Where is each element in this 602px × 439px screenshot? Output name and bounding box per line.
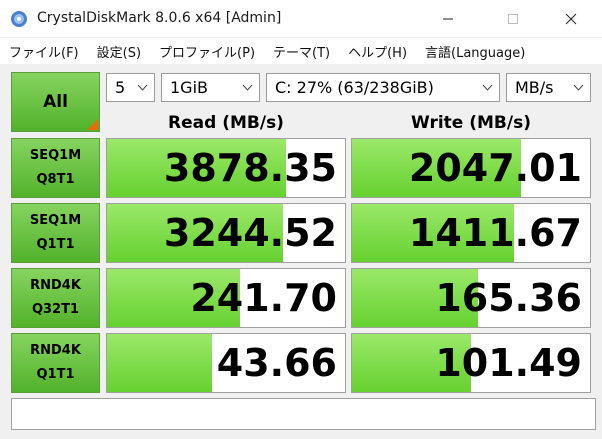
read-result-bar: [107, 334, 212, 392]
row-label-line1: SEQ1M: [29, 213, 82, 228]
write-result-value: 1411.67: [408, 211, 582, 255]
test-count-select[interactable]: 5: [106, 73, 155, 102]
test-seq1m-q8t1-button[interactable]: SEQ1M Q8T1: [11, 138, 100, 198]
minimize-button[interactable]: [425, 0, 471, 38]
write-result-value: 165.36: [435, 276, 582, 320]
read-result-cell: 241.70: [106, 268, 346, 328]
menu-theme[interactable]: テーマ(T): [273, 42, 330, 61]
write-result-cell: 165.36: [351, 268, 591, 328]
chevron-down-icon: [573, 84, 584, 91]
read-result-cell: 43.66: [106, 333, 346, 393]
chevron-down-icon: [242, 84, 253, 91]
row-label-line1: SEQ1M: [29, 148, 82, 163]
all-button[interactable]: All: [11, 72, 100, 132]
write-result-cell: 101.49: [351, 333, 591, 393]
menu-file[interactable]: ファイル(F): [9, 42, 79, 61]
test-count-value: 5: [115, 78, 126, 97]
maximize-icon: [508, 14, 518, 24]
read-result-value: 3878.35: [163, 146, 337, 190]
test-size-select[interactable]: 1GiB: [161, 73, 260, 102]
drive-select[interactable]: C: 27% (63/238GiB): [266, 73, 500, 102]
menu-profile[interactable]: プロファイル(P): [159, 42, 255, 61]
app-icon: [11, 11, 27, 27]
read-result-cell: 3878.35: [106, 138, 346, 198]
all-button-label: All: [43, 92, 68, 112]
unit-value: MB/s: [515, 78, 554, 97]
write-header: Write (MB/s): [411, 113, 531, 133]
menu-settings[interactable]: 設定(S): [97, 42, 141, 61]
corner-triangle-icon: [87, 119, 98, 130]
close-icon: [565, 13, 577, 25]
row-label-line2: Q32T1: [31, 302, 80, 317]
test-rnd4k-q1t1-button[interactable]: RND4K Q1T1: [11, 333, 100, 393]
row-label-line1: RND4K: [30, 343, 81, 358]
test-seq1m-q1t1-button[interactable]: SEQ1M Q1T1: [11, 203, 100, 263]
menu-bar: ファイル(F) 設定(S) プロファイル(P) テーマ(T) ヘルプ(H) 言語…: [0, 38, 602, 64]
write-result-cell: 2047.01: [351, 138, 591, 198]
test-size-value: 1GiB: [170, 78, 208, 97]
row-label-line2: Q8T1: [36, 172, 75, 187]
comment-field[interactable]: [11, 398, 596, 430]
read-result-value: 3244.52: [163, 211, 337, 255]
write-result-value: 2047.01: [408, 146, 582, 190]
main-panel: All 5 1GiB C: 27% (63/238GiB) MB/s Read …: [0, 64, 602, 439]
read-result-cell: 3244.52: [106, 203, 346, 263]
row-label-line1: RND4K: [30, 278, 81, 293]
row-label-line2: Q1T1: [36, 367, 75, 382]
chevron-down-icon: [482, 84, 493, 91]
chevron-down-icon: [137, 84, 148, 91]
minimize-icon: [443, 18, 453, 20]
read-result-value: 241.70: [190, 276, 337, 320]
read-header: Read (MB/s): [168, 113, 284, 133]
write-result-cell: 1411.67: [351, 203, 591, 263]
row-label-line2: Q1T1: [36, 237, 75, 252]
unit-select[interactable]: MB/s: [506, 73, 591, 102]
test-rnd4k-q32t1-button[interactable]: RND4K Q32T1: [11, 268, 100, 328]
write-result-value: 101.49: [435, 341, 582, 385]
close-button[interactable]: [548, 0, 594, 38]
drive-value: C: 27% (63/238GiB): [275, 78, 434, 97]
title-bar: CrystalDiskMark 8.0.6 x64 [Admin]: [0, 0, 602, 38]
read-result-value: 43.66: [216, 341, 337, 385]
menu-help[interactable]: ヘルプ(H): [348, 42, 407, 61]
maximize-button[interactable]: [490, 0, 536, 38]
window-title: CrystalDiskMark 8.0.6 x64 [Admin]: [37, 10, 282, 26]
menu-language[interactable]: 言語(Language): [425, 42, 525, 61]
